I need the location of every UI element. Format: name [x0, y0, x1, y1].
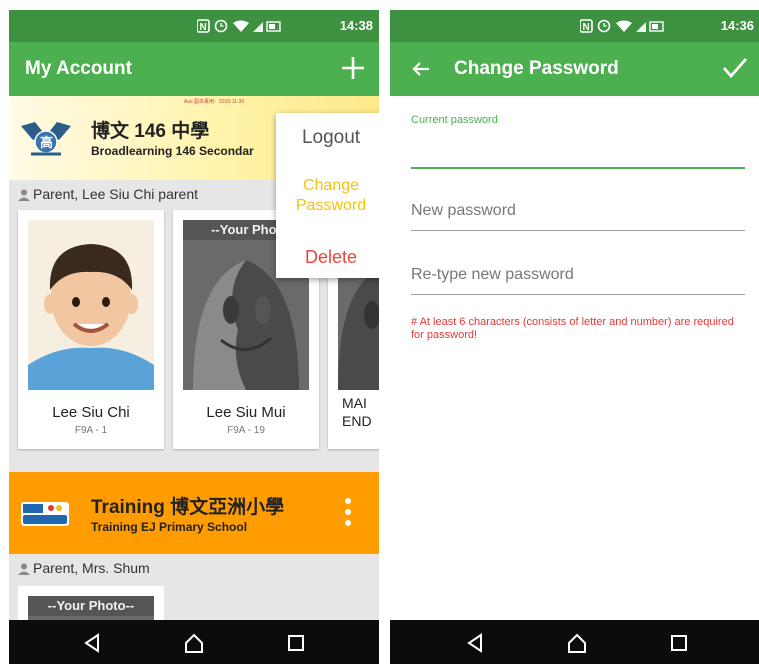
- plus-icon[interactable]: [341, 56, 365, 80]
- overflow-menu: Logout Change Password Delete: [276, 113, 379, 278]
- school-stamp: Aus 副本專用：2015-11-30: [184, 99, 245, 105]
- status-bar: N 14:36: [390, 10, 759, 42]
- school-name: Training 博文亞洲小學: [91, 497, 285, 518]
- change-password-line2: Password: [295, 197, 367, 214]
- navigation-bar: [9, 620, 379, 664]
- student-photo: [28, 220, 154, 390]
- change-password-screen: N 14:36 Change Password Current password…: [390, 10, 759, 664]
- retype-password-underline: [411, 294, 745, 295]
- current-password-label: Current password: [411, 114, 498, 126]
- back-nav-icon[interactable]: [464, 632, 486, 654]
- new-password-field[interactable]: New password: [411, 194, 745, 234]
- new-password-underline: [411, 230, 745, 231]
- student-name: Lee Siu Mui: [206, 404, 286, 421]
- navigation-bar: [390, 620, 759, 664]
- page-title: Change Password: [454, 58, 619, 79]
- photo-placeholder-text: --Your Photo--: [28, 596, 154, 616]
- logout-menu-item[interactable]: Logout: [276, 127, 379, 149]
- student-class: F9A - 1: [74, 425, 108, 436]
- parent-label: Parent, Lee Siu Chi parent: [33, 186, 198, 202]
- student-name: Lee Siu Chi: [52, 404, 130, 421]
- recents-nav-icon[interactable]: [668, 632, 690, 654]
- password-hint: # At least 6 characters (consists of let…: [411, 316, 734, 341]
- app-bar: My Account: [9, 42, 379, 96]
- my-account-screen: N 14:38 My Account Aus 副本專用：2015-11-30 高…: [9, 10, 379, 664]
- home-nav-icon[interactable]: [183, 632, 205, 654]
- more-vert-icon[interactable]: [343, 496, 353, 528]
- school-name-en: Training EJ Primary School: [91, 520, 248, 534]
- retype-password-field[interactable]: Re-type new password: [411, 258, 745, 298]
- svg-text:高: 高: [40, 135, 53, 150]
- retype-password-placeholder: Re-type new password: [411, 266, 574, 283]
- back-arrow-icon[interactable]: [412, 60, 430, 78]
- school-name-zh: 博文 146 中學: [91, 121, 210, 142]
- current-password-field[interactable]: Current password: [411, 114, 745, 170]
- current-password-underline: [411, 167, 745, 169]
- change-password-line1: Change: [302, 177, 360, 194]
- status-time: 14:36: [720, 18, 754, 33]
- school-crest-icon: 高: [21, 122, 71, 156]
- back-nav-icon[interactable]: [81, 632, 103, 654]
- parent-label: Parent, Mrs. Shum: [33, 560, 150, 576]
- person-icon: [18, 563, 30, 575]
- change-password-menu-item[interactable]: Change Password: [276, 177, 379, 223]
- page-title: My Account: [25, 58, 132, 79]
- svg-text:N: N: [583, 22, 590, 33]
- student-name-line1: MAI: [342, 395, 367, 411]
- parent-row: Parent, Mrs. Shum: [9, 554, 379, 582]
- status-bar: N 14:38: [9, 10, 379, 42]
- student-card-lee-siu-chi[interactable]: Lee Siu Chi F9A - 1: [18, 210, 164, 449]
- ej-junior-logo-icon: [21, 502, 69, 526]
- student-class: F9A - 19: [227, 425, 265, 436]
- recents-nav-icon[interactable]: [285, 632, 307, 654]
- check-icon[interactable]: [722, 56, 748, 80]
- school-card-header-training[interactable]: Training 博文亞洲小學 Training EJ Primary Scho…: [9, 472, 379, 554]
- app-bar: Change Password: [390, 42, 759, 96]
- new-password-placeholder: New password: [411, 202, 516, 219]
- status-icons: N: [580, 19, 664, 33]
- status-icons: N: [197, 19, 281, 33]
- home-nav-icon[interactable]: [566, 632, 588, 654]
- school-name-en: Broadlearning 146 Secondar: [91, 144, 254, 158]
- person-icon: [18, 189, 30, 201]
- delete-menu-item[interactable]: Delete: [276, 247, 379, 268]
- student-name-line2: END: [342, 413, 372, 429]
- status-time: 14:38: [339, 18, 373, 33]
- svg-text:N: N: [200, 22, 207, 33]
